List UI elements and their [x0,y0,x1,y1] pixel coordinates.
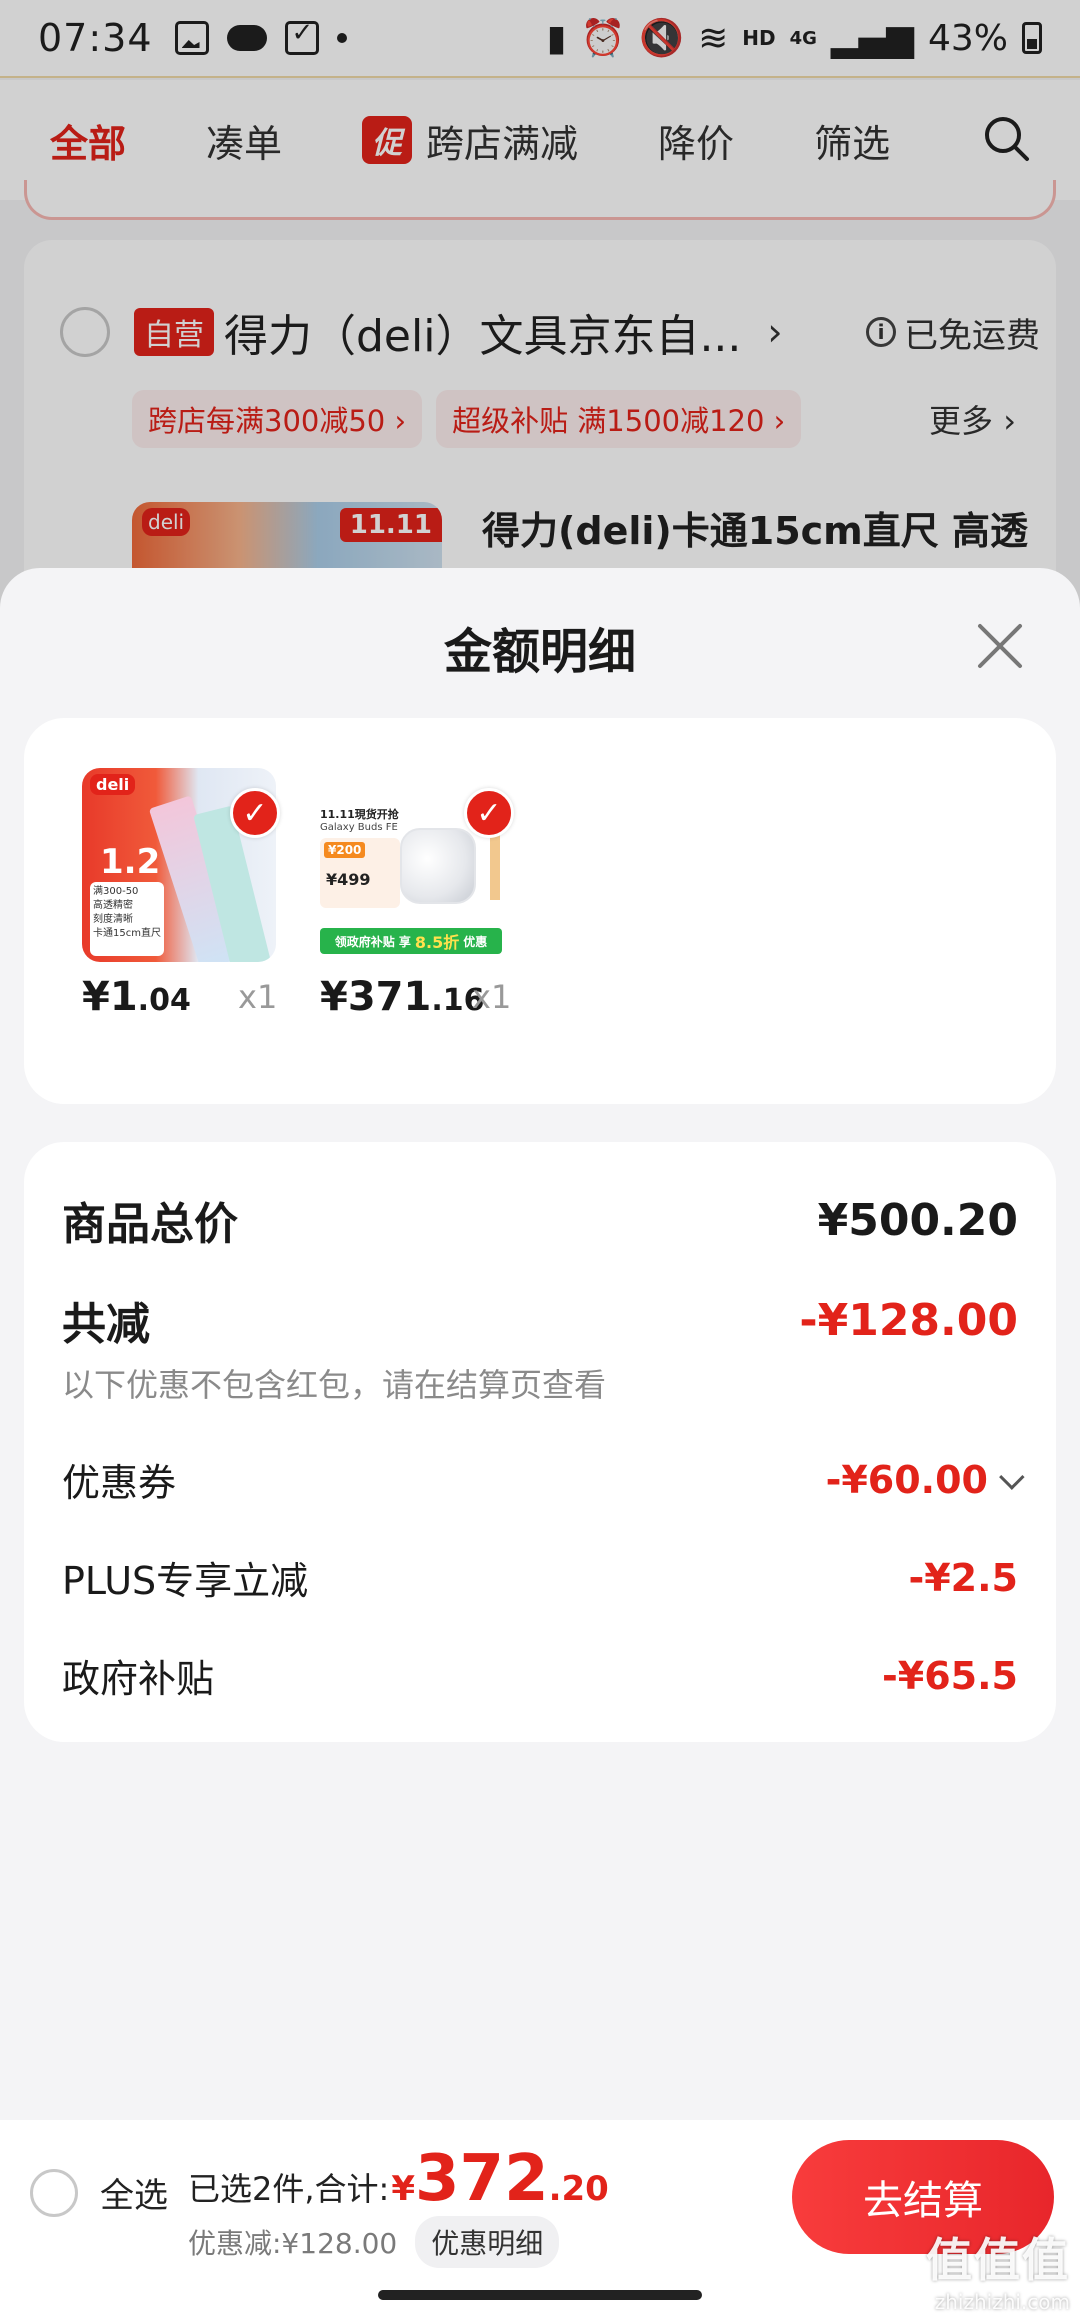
gov-subsidy-row: 政府补贴 -¥65.5 [62,1648,1018,1703]
site-watermark: 值值值 zhizhizhi.com [926,2224,1070,2314]
earbuds-case-shape [400,828,476,904]
discount-detail-button[interactable]: 优惠明细 [415,2216,560,2268]
total-discount-label: 共减 [62,1299,150,1350]
art-banner-tail: 优惠 [463,934,488,949]
sheet-title: 金额明细 [443,624,636,680]
select-all[interactable]: 全选 [30,2168,168,2217]
item-2-quantity: x1 [472,978,512,1016]
art-coupon: ¥200 ¥499 [320,838,400,908]
price-decimal: .04 [137,983,191,1018]
selected-count-text: 已选2件,合计: [188,2170,390,2208]
plus-discount-label: PLUS专享立减 [62,1559,309,1603]
coupon-label: 优惠券 [62,1461,177,1505]
art-line: 高透精密 [93,900,133,911]
gesture-nav-area [0,2270,1080,2316]
total-integer: 372 [415,2142,549,2216]
item-1-price: ¥1 .04 [82,974,191,1020]
art-line: 卡通15cm直尺 [93,928,161,939]
plus-discount-row: PLUS专享立减 -¥2.5 [62,1550,1018,1605]
coupon-value: -¥60.00 [825,1457,988,1502]
home-indicator[interactable] [378,2290,702,2300]
brand-logo: deli [90,774,136,795]
total-currency: ¥ [391,2169,415,2209]
art-coupon-value: ¥200 [324,842,366,858]
item-2-price: ¥371 .16 [320,974,484,1020]
art-subsidy-banner: 领政府补贴 享 8.5折 优惠 [320,928,502,954]
total-discount-value: -¥128.00 [799,1294,1018,1346]
discount-summary: 优惠减:¥128.00 [188,2227,398,2260]
art-price: ¥499 [326,870,371,889]
art-banner-text: 领政府补贴 享 [334,934,411,949]
checkmark-icon: ✓ [230,788,280,838]
box-strip-shape [490,830,500,900]
coupon-row[interactable]: 优惠券 -¥60.00 [62,1452,1025,1507]
total-price-label: 商品总价 [62,1199,238,1250]
price-integer: ¥371 [320,974,432,1020]
checkout-bar: 全选 已选2件,合计: ¥ 372 .20 优惠减:¥128.00 优惠明细 去… [0,2120,1080,2270]
chevron-down-icon[interactable] [999,1463,1025,1490]
price-integer: ¥1 [82,974,138,1020]
selected-total: 已选2件,合计: ¥ 372 .20 [188,2142,609,2216]
art-line: 满300-50 [93,886,139,897]
discount-note: 以下优惠不包含红包，请在结算页查看 [62,1366,607,1404]
select-all-radio[interactable] [30,2168,78,2217]
item-1-quantity: x1 [238,978,278,1016]
plus-discount-value: -¥2.5 [908,1555,1018,1600]
art-line: 刻度清晰 [93,914,133,925]
watermark-url: zhizhizhi.com [934,2290,1070,2314]
selected-item-1[interactable]: deli 1.2 满300-50 高透精密 刻度清晰 卡通15cm直尺 ✓ [82,768,280,962]
art-big-text: 1.2 [100,842,161,882]
total-price-row: 商品总价 ¥500.20 [62,1188,1018,1252]
total-price-value: ¥500.20 [817,1194,1018,1246]
amount-summary-card: 商品总价 ¥500.20 共减 -¥128.00 以下优惠不包含红包，请在结算页… [24,1142,1056,1742]
selected-items-card: deli 1.2 满300-50 高透精密 刻度清晰 卡通15cm直尺 ✓ ¥1… [24,718,1056,1104]
art-subtitle: Galaxy Buds FE [320,822,398,833]
art-headline: 11.11現货开抢 [320,808,399,821]
gov-subsidy-label: 政府补贴 [62,1657,215,1701]
close-icon[interactable] [972,618,1028,674]
checkmark-icon: ✓ [464,788,514,838]
total-discount-row: 共减 -¥128.00 [62,1288,1018,1352]
art-banner-discount: 8.5折 [414,933,460,952]
amount-detail-sheet: 金额明细 deli 1.2 满300-50 高透精密 刻度清晰 卡通15cm直尺 [0,568,1080,2120]
watermark-logo: 值值值 [926,2233,1070,2287]
total-decimal: .20 [548,2169,609,2209]
select-all-label: 全选 [100,2176,168,2216]
gov-subsidy-value: -¥65.5 [882,1653,1018,1698]
selected-item-2[interactable]: 11.11現货开抢 Galaxy Buds FE ¥200 ¥499 领政府补贴… [314,768,514,962]
